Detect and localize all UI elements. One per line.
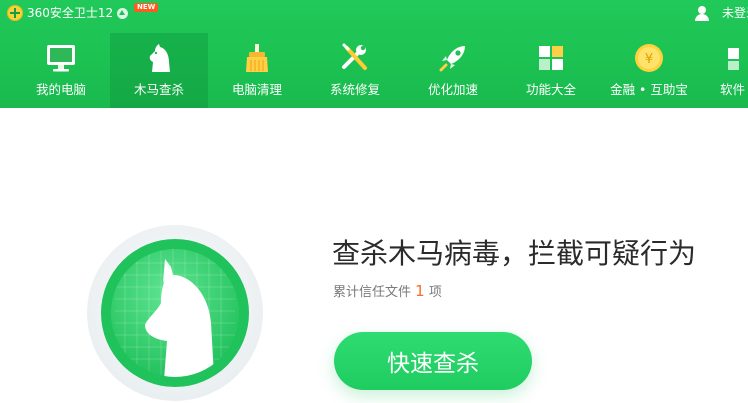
trusted-files-count[interactable]: 1 [415, 282, 425, 300]
rocket-icon [439, 46, 465, 72]
grid-icon [539, 46, 563, 70]
horse-icon [149, 44, 170, 72]
login-area[interactable]: 未登录 [694, 4, 748, 21]
broom-icon [246, 44, 268, 72]
app-title: 360安全卫士12 [27, 6, 114, 20]
nav-item-all-features[interactable]: 功能大全 [502, 33, 600, 108]
nav-label: 电脑清理 [231, 82, 282, 97]
title-bar: 360安全卫士12 NEW 未登录 [0, 0, 748, 26]
yuan-coin-icon: ¥ [635, 44, 663, 72]
quick-scan-button[interactable]: 快速查杀 [334, 332, 532, 390]
app-logo-icon [7, 5, 23, 21]
top-bar: 360安全卫士12 NEW 未登录 我的电脑 木马查杀 [0, 0, 748, 108]
nav-label: 系统修复 [329, 82, 380, 97]
nav-item-optimize[interactable]: 优化加速 [404, 33, 502, 108]
yuan-symbol: ¥ [645, 52, 653, 67]
user-icon[interactable] [694, 5, 710, 21]
software-icon [728, 48, 739, 70]
nav-label: 优化加速 [427, 82, 478, 97]
new-badge: NEW [134, 3, 159, 12]
app-brand: 360安全卫士12 NEW [7, 3, 159, 21]
nav-label: 我的电脑 [35, 82, 86, 97]
trusted-files-summary: 累计信任文件 1 项 [333, 281, 442, 300]
trojan-scan-logo [87, 225, 263, 401]
nav-item-trojan-scan[interactable]: 木马查杀 [110, 33, 208, 108]
nav-item-software[interactable]: 软件 [698, 33, 748, 108]
nav-label: 软件 [720, 82, 746, 97]
login-label[interactable]: 未登录 [722, 4, 748, 21]
nav-label: 功能大全 [525, 82, 576, 97]
nav-item-system-repair[interactable]: 系统修复 [306, 33, 404, 108]
nav-item-finance[interactable]: ¥ 金融 • 互助宝 [600, 33, 698, 108]
trusted-files-suffix: 项 [428, 285, 442, 300]
main-nav: 我的电脑 木马查杀 电脑清理 系统修复 优化加速 功能大全 ¥ 金融 • 互助宝… [0, 33, 748, 108]
upgrade-icon[interactable] [117, 7, 129, 19]
nav-item-my-computer[interactable]: 我的电脑 [12, 33, 110, 108]
nav-label: 木马查杀 [133, 82, 184, 97]
wrench-screwdriver-icon [342, 43, 367, 70]
trusted-files-prefix: 累计信任文件 [333, 285, 412, 300]
hero-title: 查杀木马病毒，拦截可疑行为 [332, 237, 697, 270]
nav-label: 金融 • 互助宝 [610, 82, 688, 97]
monitor-icon [47, 45, 75, 72]
nav-item-pc-cleanup[interactable]: 电脑清理 [208, 33, 306, 108]
